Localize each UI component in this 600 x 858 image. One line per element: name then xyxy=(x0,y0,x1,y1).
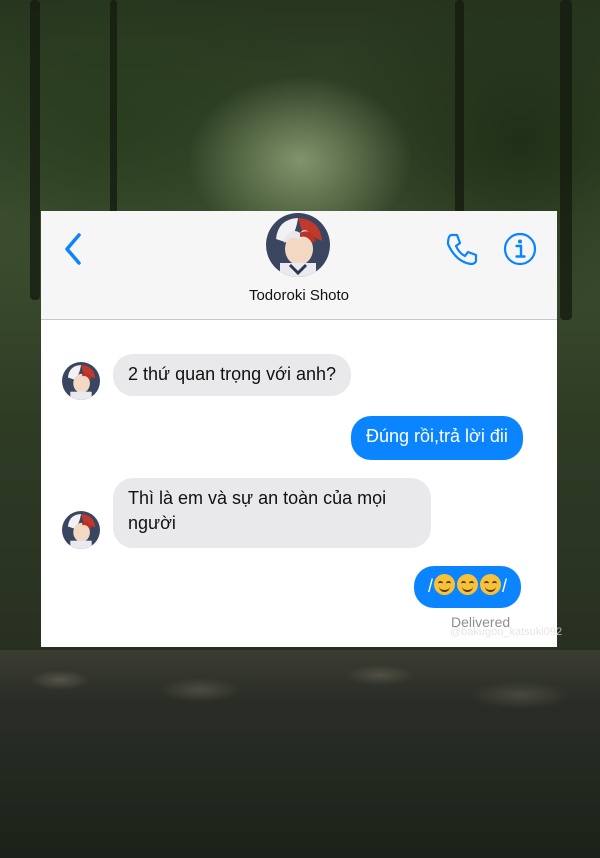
message-text: / xyxy=(428,576,434,596)
chat-header: Todoroki Shoto xyxy=(41,211,557,320)
call-button[interactable] xyxy=(442,229,482,269)
smiling-face-icon xyxy=(457,574,479,595)
outgoing-message[interactable]: Đúng rồi,trả lời đii xyxy=(351,416,523,460)
smiling-face-icon xyxy=(480,574,502,595)
smiling-face-icon xyxy=(434,574,456,595)
outgoing-message[interactable]: / / xyxy=(414,566,522,608)
chevron-left-icon xyxy=(65,233,81,265)
sender-avatar xyxy=(62,511,100,549)
back-button[interactable] xyxy=(61,231,85,267)
watermark-text: @bakugou_katsuki092 xyxy=(450,626,563,638)
incoming-message[interactable]: Thì là em và sự an toàn của mọi người xyxy=(113,478,431,548)
sender-avatar xyxy=(62,362,100,400)
message-text: / xyxy=(502,576,508,596)
incoming-message[interactable]: 2 thứ quan trọng với anh? xyxy=(113,354,351,396)
message-screen: Todoroki Shoto 2 thứ quan trọng với anh?… xyxy=(41,211,557,647)
info-button[interactable] xyxy=(500,229,540,269)
info-icon xyxy=(503,232,537,266)
phone-icon xyxy=(446,233,478,266)
contact-name[interactable]: Todoroki Shoto xyxy=(41,287,557,304)
contact-avatar[interactable] xyxy=(266,213,330,277)
